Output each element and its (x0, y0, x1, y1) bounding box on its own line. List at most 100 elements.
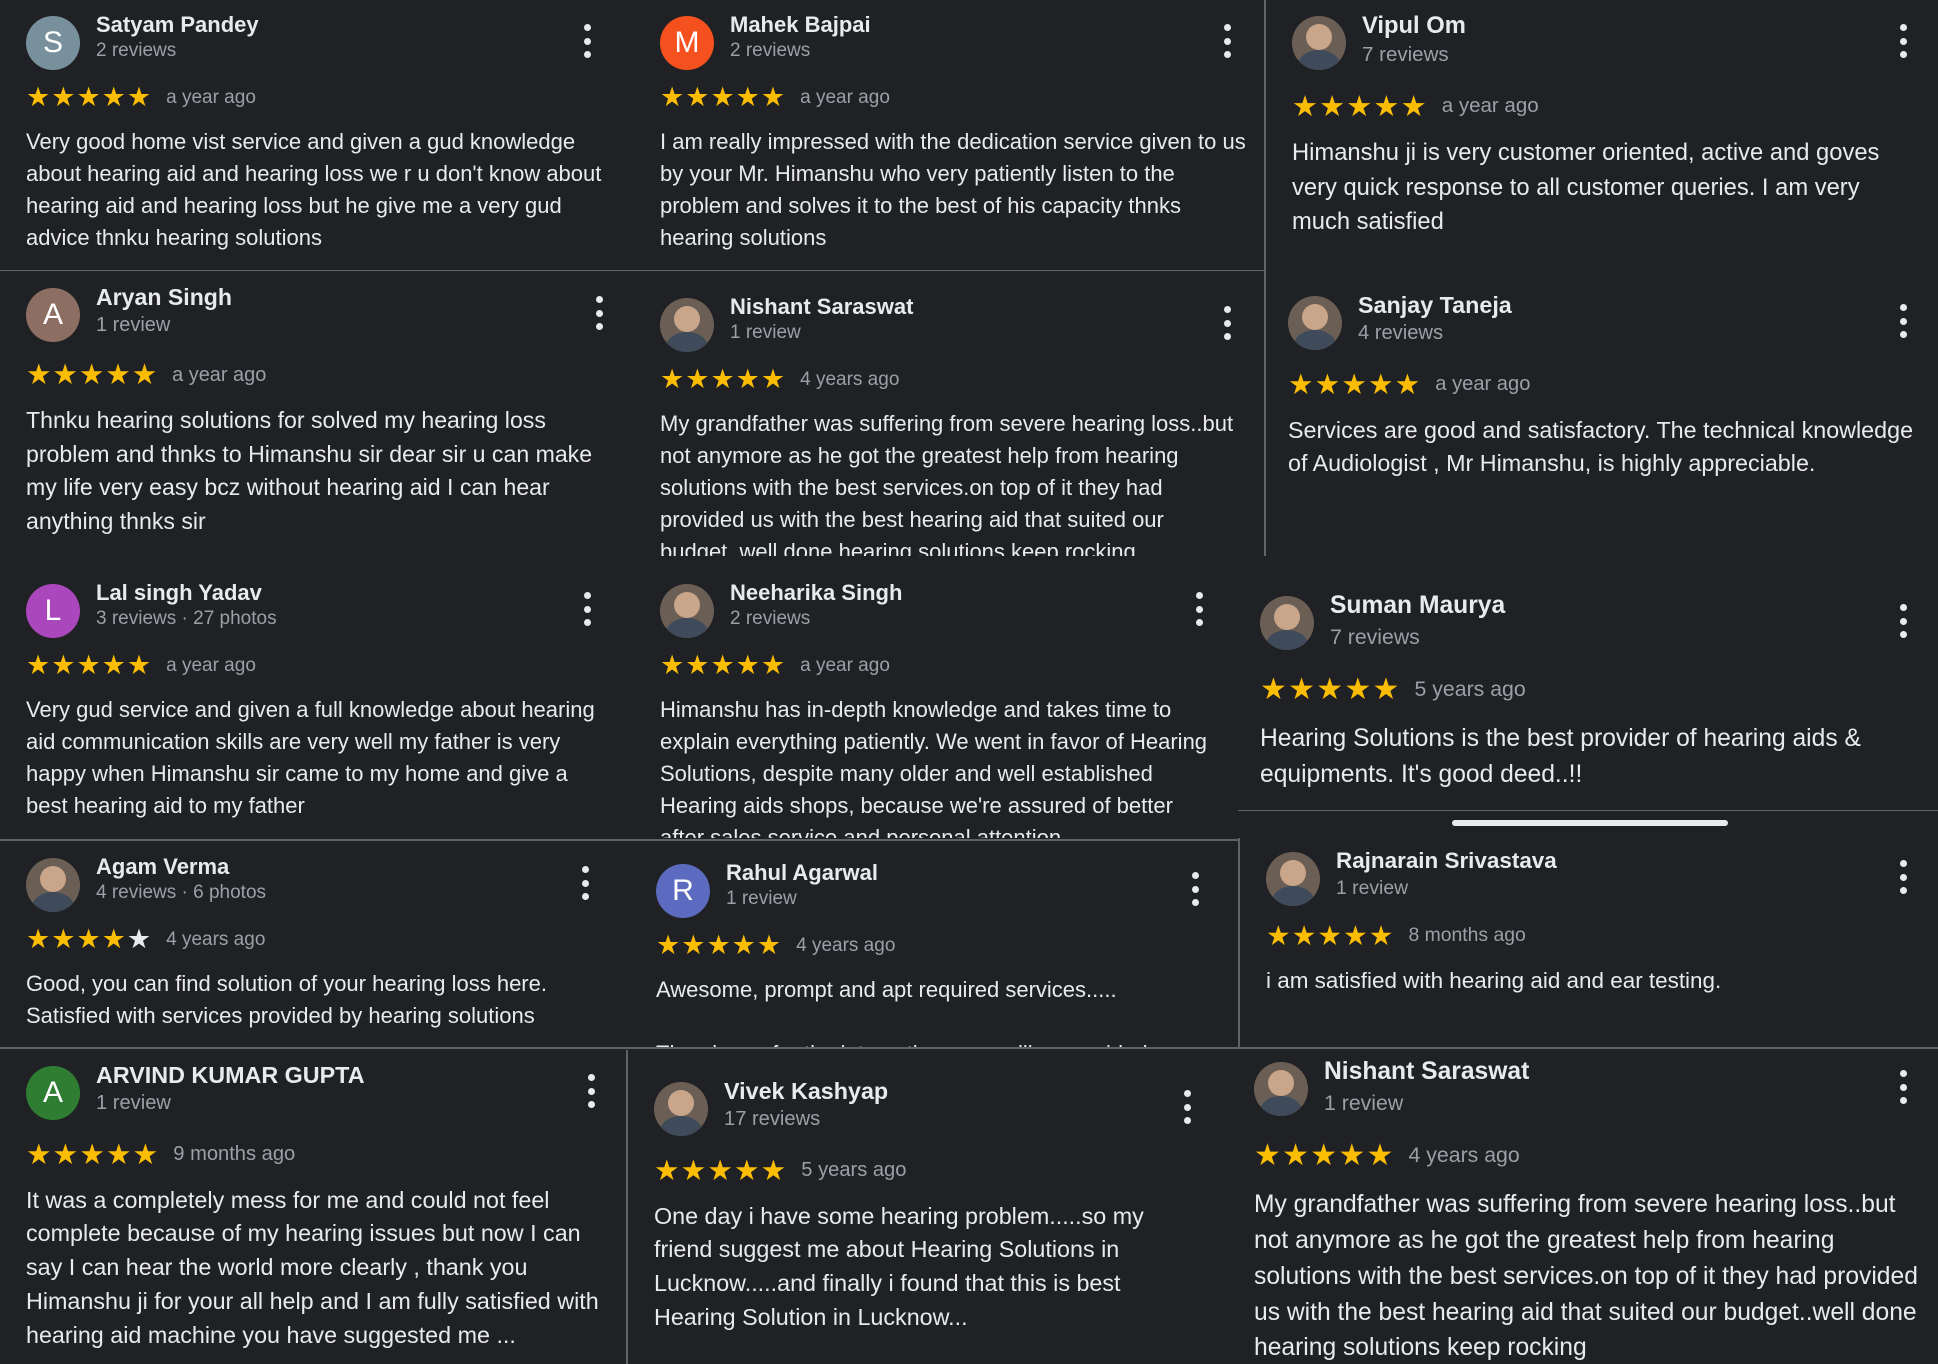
star-icon: ★ (685, 82, 711, 112)
reviewer-name[interactable]: Vivek Kashyap (724, 1078, 888, 1105)
reviewer-name[interactable]: Vipul Om (1362, 12, 1466, 40)
review-text[interactable]: i am satisfied with hearing aid and ear … (1266, 965, 1924, 998)
rating-row: ★★★★★ a year ago (26, 82, 256, 113)
reviewer-name[interactable]: Sanjay Taneja (1358, 292, 1512, 319)
avatar[interactable]: S (26, 16, 80, 70)
more-options-icon[interactable] (1194, 592, 1204, 626)
review-count: 1 review (726, 888, 797, 909)
review-date: a year ago (166, 86, 256, 108)
star-rating-icon: ★★★★★ (26, 650, 152, 681)
review-text[interactable]: Himanshu has in-depth knowledge and take… (660, 694, 1220, 838)
star-icon: ★ (735, 82, 761, 112)
reviewer-name[interactable]: Satyam Pandey (96, 12, 259, 38)
more-options-icon[interactable] (1898, 604, 1908, 638)
review-text[interactable]: Awesome, prompt and apt required service… (656, 974, 1216, 1048)
avatar[interactable]: R (656, 864, 710, 918)
review-card: Agam Verma 4 reviews · 6 photos ★★★★★ 4 yea… (0, 842, 620, 1048)
avatar[interactable] (660, 298, 714, 352)
more-options-icon[interactable] (1222, 306, 1232, 340)
review-text[interactable]: Services are good and satisfactory. The … (1288, 414, 1924, 482)
review-text[interactable]: Good, you can find solution of your hear… (26, 968, 606, 1032)
star-icon: ★ (735, 364, 761, 394)
review-text[interactable]: I am really impressed with the dedicatio… (660, 126, 1248, 254)
reviewer-name[interactable]: Lal singh Yadav (96, 580, 262, 606)
avatar[interactable]: A (26, 288, 80, 342)
star-icon: ★ (1400, 90, 1428, 123)
review-text[interactable]: It was a completely mess for me and coul… (26, 1184, 612, 1354)
review-count: 1 review (1336, 876, 1409, 899)
review-date: a year ago (800, 654, 890, 676)
review-count: 1 review (96, 1092, 171, 1115)
more-options-icon[interactable] (1898, 24, 1908, 58)
review-text[interactable]: Thnku hearing solutions for solved my he… (26, 404, 620, 538)
star-icon: ★ (26, 924, 52, 954)
star-rating-icon: ★★★★★ (654, 1153, 787, 1188)
reviewer-name[interactable]: Rajnarain Srivastava (1336, 848, 1557, 874)
review-text[interactable]: Very good home vist service and given a … (26, 126, 608, 254)
reviewer-name[interactable]: Aryan Singh (96, 284, 232, 311)
review-text[interactable]: Hearing Solutions is the best provider o… (1260, 721, 1924, 793)
review-date: 4 years ago (166, 928, 266, 950)
star-icon: ★ (1319, 90, 1347, 123)
review-text[interactable]: Very gud service and given a full knowle… (26, 694, 608, 822)
avatar[interactable]: A (26, 1066, 80, 1120)
review-text[interactable]: My grandfather was suffering from severe… (660, 408, 1248, 556)
more-options-icon[interactable] (1898, 304, 1908, 338)
star-icon: ★ (76, 82, 102, 112)
avatar[interactable] (26, 858, 80, 912)
reviewer-name[interactable]: Mahek Bajpai (730, 12, 871, 38)
reviewer-name[interactable]: Rahul Agarwal (726, 860, 878, 886)
review-text[interactable]: Himanshu ji is very customer oriented, a… (1292, 136, 1924, 240)
review-count: 1 review (1324, 1090, 1404, 1115)
star-icon: ★ (52, 1138, 80, 1171)
avatar[interactable] (660, 584, 714, 638)
star-icon: ★ (1266, 919, 1292, 951)
review-count: 17 reviews (724, 1108, 821, 1131)
review-text[interactable]: My grandfather was suffering from severe… (1254, 1187, 1924, 1364)
star-icon: ★ (105, 1138, 133, 1171)
more-options-icon[interactable] (1182, 1090, 1192, 1124)
reviewer-name[interactable]: Agam Verma (96, 854, 229, 880)
avatar[interactable]: L (26, 584, 80, 638)
avatar[interactable] (1292, 16, 1346, 70)
more-options-icon[interactable] (1190, 872, 1200, 906)
star-icon: ★ (1368, 919, 1395, 951)
reviewer-name[interactable]: Suman Maurya (1330, 592, 1505, 620)
star-icon: ★ (731, 930, 757, 960)
review-count: 4 reviews (1358, 322, 1444, 345)
more-options-icon[interactable] (580, 866, 590, 900)
avatar[interactable]: M (660, 16, 714, 70)
more-options-icon[interactable] (582, 592, 592, 626)
review-date: 5 years ago (1414, 676, 1526, 701)
star-icon: ★ (1338, 1138, 1367, 1172)
reviewer-name[interactable]: Nishant Saraswat (730, 294, 913, 320)
more-options-icon[interactable] (594, 296, 604, 330)
more-options-icon[interactable] (1898, 1070, 1908, 1104)
star-icon: ★ (131, 359, 159, 392)
star-icon: ★ (101, 650, 127, 680)
review-text[interactable]: One day i have some hearing problem.....… (654, 1200, 1208, 1336)
rating-row: ★★★★★ 4 years ago (1254, 1138, 1520, 1173)
star-icon: ★ (1372, 672, 1401, 706)
star-icon: ★ (101, 82, 127, 112)
avatar[interactable] (1254, 1062, 1308, 1116)
scroll-indicator[interactable] (1452, 820, 1728, 826)
review-card: A Aryan Singh 1 review ★★★★★ a year ago Thnku… (0, 272, 634, 552)
avatar[interactable] (1288, 296, 1342, 350)
star-icon: ★ (660, 650, 686, 680)
reviewer-name[interactable]: Neeharika Singh (730, 580, 902, 606)
more-options-icon[interactable] (582, 24, 592, 58)
more-options-icon[interactable] (1898, 860, 1908, 894)
star-rating-icon: ★★★★★ (26, 924, 152, 955)
avatar[interactable] (1260, 596, 1314, 650)
star-icon: ★ (1373, 90, 1401, 123)
more-options-icon[interactable] (1222, 24, 1232, 58)
star-rating-icon: ★★★★★ (26, 1137, 159, 1172)
rating-row: ★★★★★ 5 years ago (654, 1153, 906, 1188)
more-options-icon[interactable] (586, 1074, 596, 1108)
reviewer-name[interactable]: ARVIND KUMAR GUPTA (96, 1062, 365, 1089)
avatar[interactable] (654, 1082, 708, 1136)
avatar[interactable] (1266, 852, 1320, 906)
reviewer-name[interactable]: Nishant Saraswat (1324, 1058, 1529, 1086)
collage-divider (626, 1050, 628, 1364)
